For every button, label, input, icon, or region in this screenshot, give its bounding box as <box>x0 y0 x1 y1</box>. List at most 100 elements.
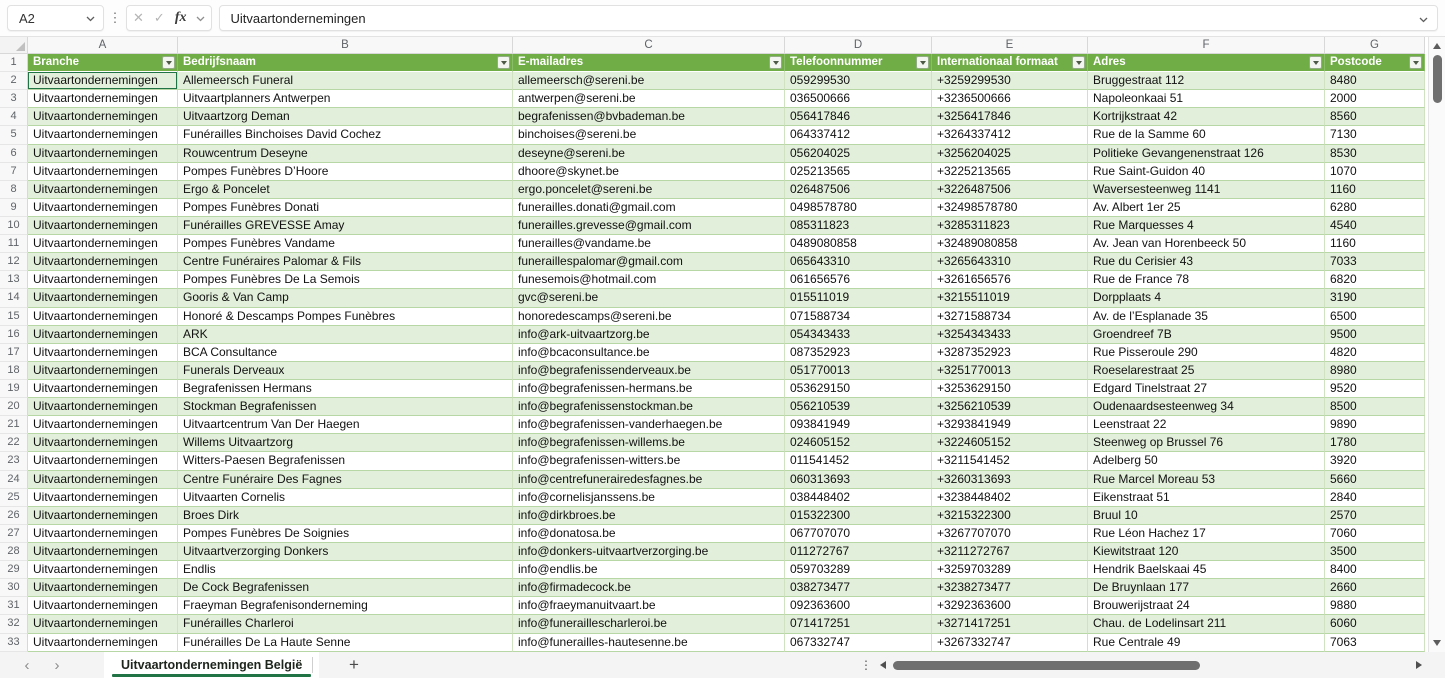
cell-E25[interactable]: +3238448402 <box>932 488 1088 507</box>
cell-F28[interactable]: Kiewitstraat 120 <box>1088 542 1325 562</box>
cell-D19[interactable]: 053629150 <box>785 379 932 399</box>
cell-C9[interactable]: funerailles.donati@gmail.com <box>513 198 785 217</box>
cell-A3[interactable]: Uitvaartondernemingen <box>28 90 178 109</box>
cell-D17[interactable]: 087352923 <box>785 343 932 362</box>
cell-C12[interactable]: funeraillespalomar@gmail.com <box>513 253 785 272</box>
cell-reference-box[interactable]: A2 <box>7 5 104 31</box>
cell-F3[interactable]: Napoleonkaai 51 <box>1088 90 1325 109</box>
cell-D27[interactable]: 067707070 <box>785 524 932 543</box>
row-number[interactable]: 28 <box>0 542 28 562</box>
cell-E11[interactable]: +32489080858 <box>932 235 1088 254</box>
row-number[interactable]: 16 <box>0 325 28 344</box>
cell-C5[interactable]: binchoises@sereni.be <box>513 126 785 145</box>
cell-C26[interactable]: info@dirkbroes.be <box>513 506 785 525</box>
cell-C15[interactable]: honoredescamps@sereni.be <box>513 307 785 326</box>
cell-E13[interactable]: +3261656576 <box>932 271 1088 290</box>
cell-A10[interactable]: Uitvaartondernemingen <box>28 216 178 236</box>
cell-A6[interactable]: Uitvaartondernemingen <box>28 144 178 163</box>
cell-B13[interactable]: Pompes Funèbres De La Semois <box>178 271 513 290</box>
cell-A24[interactable]: Uitvaartondernemingen <box>28 470 178 489</box>
cell-A27[interactable]: Uitvaartondernemingen <box>28 524 178 543</box>
formula-input[interactable]: Uitvaartondernemingen <box>219 5 1438 31</box>
scroll-left-icon[interactable] <box>880 661 886 669</box>
cell-B22[interactable]: Willems Uitvaartzorg <box>178 434 513 453</box>
cell-A18[interactable]: Uitvaartondernemingen <box>28 361 178 380</box>
cell-B8[interactable]: Ergo & Poncelet <box>178 180 513 199</box>
cell-C19[interactable]: info@begrafenissen-hermans.be <box>513 379 785 399</box>
cell-F2[interactable]: Bruggestraat 112 <box>1088 72 1325 91</box>
cell-G19[interactable]: 9520 <box>1325 379 1425 399</box>
cell-A20[interactable]: Uitvaartondernemingen <box>28 398 178 417</box>
cell-C33[interactable]: info@funerailles-hautesenne.be <box>513 633 785 652</box>
filter-button[interactable] <box>769 56 782 69</box>
scroll-up-icon[interactable] <box>1433 43 1441 49</box>
row-number[interactable]: 24 <box>0 470 28 489</box>
cell-A28[interactable]: Uitvaartondernemingen <box>28 542 178 562</box>
cell-G2[interactable]: 8480 <box>1325 72 1425 91</box>
cell-B12[interactable]: Centre Funéraires Palomar & Fils <box>178 253 513 272</box>
cell-F9[interactable]: Av. Albert 1er 25 <box>1088 198 1325 217</box>
row-number[interactable]: 11 <box>0 235 28 254</box>
cell-E12[interactable]: +3265643310 <box>932 253 1088 272</box>
cell-E33[interactable]: +3267332747 <box>932 633 1088 652</box>
cell-B11[interactable]: Pompes Funèbres Vandame <box>178 235 513 254</box>
cell-E16[interactable]: +3254343433 <box>932 325 1088 344</box>
scroll-down-icon[interactable] <box>1433 640 1441 646</box>
cell-B24[interactable]: Centre Funéraire Des Fagnes <box>178 470 513 489</box>
cell-E14[interactable]: +3215511019 <box>932 289 1088 308</box>
cell-F11[interactable]: Av. Jean van Horenbeeck 50 <box>1088 235 1325 254</box>
cell-A2[interactable]: Uitvaartondernemingen <box>28 72 178 91</box>
cell-C16[interactable]: info@ark-uitvaartzorg.be <box>513 325 785 344</box>
cell-D26[interactable]: 015322300 <box>785 506 932 525</box>
row-number[interactable]: 20 <box>0 398 28 417</box>
filter-button[interactable] <box>1409 56 1422 69</box>
row-number[interactable]: 12 <box>0 253 28 272</box>
cell-E19[interactable]: +3253629150 <box>932 379 1088 399</box>
filter-button[interactable] <box>1309 56 1322 69</box>
cell-F32[interactable]: Chau. de Lodelinsart 211 <box>1088 615 1325 634</box>
row-number[interactable]: 13 <box>0 271 28 290</box>
cell-E23[interactable]: +3211541452 <box>932 452 1088 471</box>
row-number[interactable]: 32 <box>0 615 28 634</box>
cell-C7[interactable]: dhoore@skynet.be <box>513 162 785 181</box>
cell-E29[interactable]: +3259703289 <box>932 561 1088 580</box>
cell-G18[interactable]: 8980 <box>1325 361 1425 380</box>
cell-D10[interactable]: 085311823 <box>785 216 932 236</box>
cell-D28[interactable]: 011272767 <box>785 542 932 562</box>
select-all-button[interactable] <box>0 37 28 53</box>
row-number[interactable]: 31 <box>0 597 28 616</box>
cell-F29[interactable]: Hendrik Baelskaai 45 <box>1088 561 1325 580</box>
cell-D4[interactable]: 056417846 <box>785 108 932 127</box>
cell-F22[interactable]: Steenweg op Brussel 76 <box>1088 434 1325 453</box>
row-number[interactable]: 19 <box>0 379 28 399</box>
cell-D3[interactable]: 036500666 <box>785 90 932 109</box>
cell-B6[interactable]: Rouwcentrum Deseyne <box>178 144 513 163</box>
cell-G8[interactable]: 1160 <box>1325 180 1425 199</box>
cell-E32[interactable]: +3271417251 <box>932 615 1088 634</box>
cell-E7[interactable]: +3225213565 <box>932 162 1088 181</box>
cell-G27[interactable]: 7060 <box>1325 524 1425 543</box>
cell-F10[interactable]: Rue Marquesses 4 <box>1088 216 1325 236</box>
cell-E21[interactable]: +3293841949 <box>932 416 1088 435</box>
cell-A31[interactable]: Uitvaartondernemingen <box>28 597 178 616</box>
header-cell-G[interactable]: Postcode <box>1325 54 1425 73</box>
cell-G17[interactable]: 4820 <box>1325 343 1425 362</box>
cell-B23[interactable]: Witters-Paesen Begrafenissen <box>178 452 513 471</box>
cell-C28[interactable]: info@donkers-uitvaartverzorging.be <box>513 542 785 562</box>
cell-F7[interactable]: Rue Saint-Guidon 40 <box>1088 162 1325 181</box>
cell-A9[interactable]: Uitvaartondernemingen <box>28 198 178 217</box>
cell-C17[interactable]: info@bcaconsultance.be <box>513 343 785 362</box>
cell-D25[interactable]: 038448402 <box>785 488 932 507</box>
cell-A29[interactable]: Uitvaartondernemingen <box>28 561 178 580</box>
cell-C27[interactable]: info@donatosa.be <box>513 524 785 543</box>
cell-E31[interactable]: +3292363600 <box>932 597 1088 616</box>
cell-G26[interactable]: 2570 <box>1325 506 1425 525</box>
cell-D9[interactable]: 0498578780 <box>785 198 932 217</box>
cell-G28[interactable]: 3500 <box>1325 542 1425 562</box>
cell-B21[interactable]: Uitvaartcentrum Van Der Haegen <box>178 416 513 435</box>
cancel-icon[interactable]: ✕ <box>133 10 144 26</box>
row-number[interactable]: 17 <box>0 343 28 362</box>
cell-B7[interactable]: Pompes Funèbres D’Hoore <box>178 162 513 181</box>
add-sheet-button[interactable]: + <box>340 652 368 678</box>
cell-D15[interactable]: 071588734 <box>785 307 932 326</box>
